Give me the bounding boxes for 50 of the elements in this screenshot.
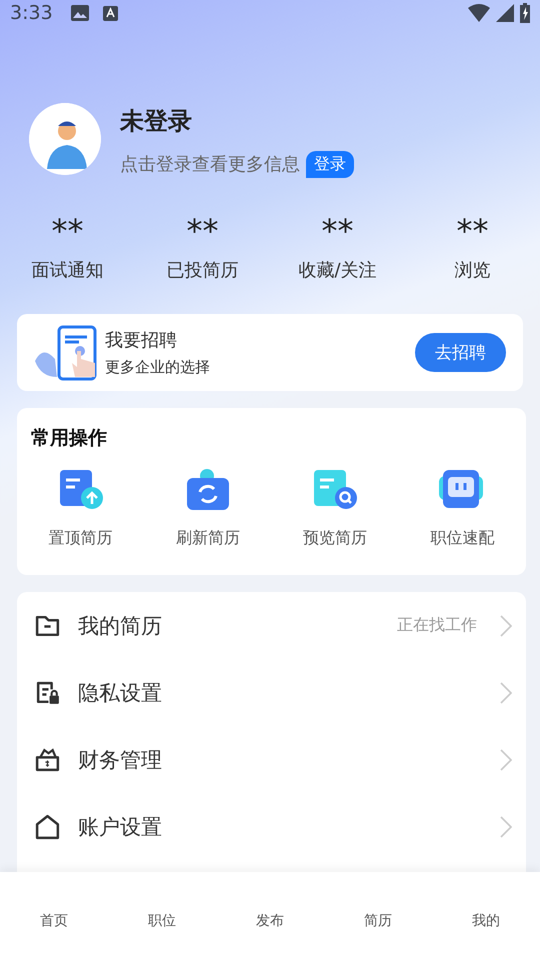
nav-tab[interactable]: 首页	[40, 872, 68, 930]
wifi-icon	[468, 4, 490, 22]
stat-item[interactable]: ** 浏览	[405, 208, 540, 314]
text-icon	[102, 6, 118, 21]
stat-label: 浏览	[454, 258, 490, 282]
action-item[interactable]: 职位速配	[398, 468, 526, 549]
stat-value: **	[52, 210, 84, 248]
menu-item[interactable]: 账户设置	[78, 812, 485, 840]
status-time: 3:33	[10, 2, 53, 24]
recruit-card[interactable]: 我要招聘 更多企业的选择 去招聘	[17, 314, 523, 391]
phone-tap-illustration-icon	[33, 324, 99, 380]
recruit-title: 我要招聘	[105, 329, 178, 352]
stat-item[interactable]: ** 面试通知	[0, 208, 135, 314]
login-hint: 点击登录查看更多信息	[120, 153, 300, 176]
menu-item[interactable]: 财务管理	[78, 746, 485, 774]
login-button[interactable]: 登录	[306, 150, 354, 178]
robot-icon	[439, 468, 486, 510]
recruit-subtitle: 更多企业的选择	[105, 358, 211, 377]
stat-label: 面试通知	[32, 258, 104, 282]
stat-value: **	[322, 210, 354, 248]
stat-value: **	[456, 210, 488, 248]
menu-item-value: 正在找工作	[397, 615, 477, 636]
stat-label: 已投简历	[166, 258, 238, 282]
chevron-right-icon	[500, 614, 512, 636]
battery-icon	[520, 3, 530, 24]
nav-tab[interactable]: 发布	[256, 872, 284, 930]
profile-name: 未登录	[120, 106, 193, 137]
stat-item[interactable]: ** 已投简历	[135, 208, 270, 314]
image-icon	[70, 5, 89, 22]
chevron-right-icon	[500, 682, 512, 704]
section-title: 常用操作	[31, 426, 107, 451]
document-upload-icon	[58, 468, 104, 510]
signal-icon	[496, 4, 514, 22]
go-recruit-button[interactable]: 去招聘	[415, 333, 506, 372]
avatar-silhouette-icon[interactable]	[29, 103, 101, 176]
stat-value: **	[186, 210, 218, 248]
stat-item[interactable]: ** 收藏/关注	[270, 208, 405, 314]
nav-tab[interactable]: 我的	[472, 872, 500, 930]
menu-item[interactable]: 隐私设置	[78, 678, 485, 706]
chevron-right-icon	[500, 748, 512, 770]
nav-tab[interactable]: 职位	[148, 872, 176, 930]
action-item[interactable]: 置顶简历	[17, 468, 144, 549]
action-item[interactable]: 刷新简历	[144, 468, 272, 549]
nav-tab[interactable]: 简历	[364, 872, 392, 930]
action-item[interactable]: 预览简历	[272, 468, 399, 549]
clipboard-refresh-icon	[184, 468, 231, 510]
document-search-icon	[312, 468, 358, 510]
menu-item[interactable]: 我的简历	[78, 612, 382, 640]
chevron-right-icon	[500, 816, 512, 838]
stat-label: 收藏/关注	[298, 258, 377, 282]
